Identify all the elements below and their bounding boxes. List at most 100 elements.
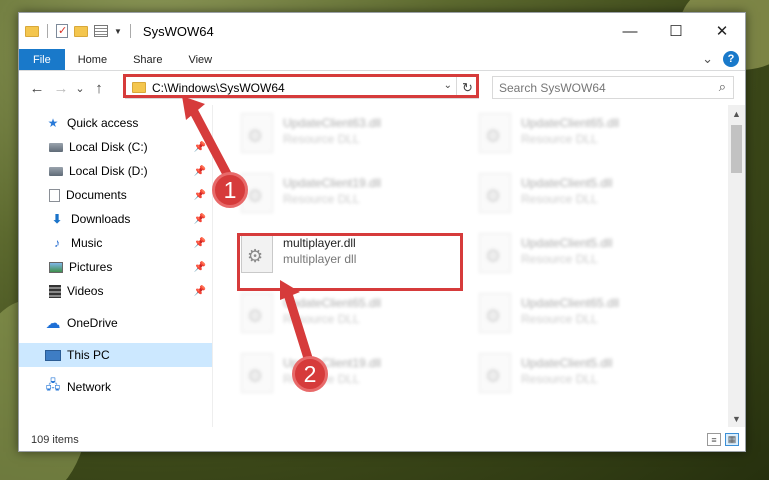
list-item[interactable]: UpdateClient65.dll Resource DLL — [241, 293, 461, 339]
ribbon-tabs: File Home Share View ⌄ ? — [19, 49, 745, 71]
file-type: Resource DLL — [283, 312, 360, 326]
help-icon[interactable]: ? — [723, 51, 739, 67]
forward-button[interactable]: → — [49, 80, 73, 97]
dll-file-icon — [479, 113, 511, 153]
step-1-badge: 1 — [212, 172, 248, 208]
list-item[interactable]: UpdateClient5.dll Resource DLL — [479, 173, 699, 219]
divider — [129, 24, 131, 38]
list-item[interactable]: UpdateClient19.dllResource DLL — [241, 353, 461, 399]
search-icon: ⌕ — [718, 79, 726, 94]
file-name: UpdateClient65.dll — [521, 296, 620, 310]
main-content: ★ Quick access Local Disk (C:) 📌 Local D… — [19, 105, 745, 427]
sidebar-item-label: Network — [67, 380, 112, 394]
sidebar-item-label: Downloads — [71, 212, 131, 226]
sidebar-item-this-pc[interactable]: This PC — [19, 343, 212, 367]
window-title: SysWOW64 — [142, 23, 214, 39]
dll-file-icon — [479, 353, 511, 393]
list-item[interactable]: UpdateClient65.dll Resource DLL — [479, 113, 699, 159]
scroll-thumb[interactable] — [731, 125, 742, 173]
list-item[interactable]: UpdateClient19.dll Resource DLL — [241, 173, 461, 219]
maximize-button[interactable]: ☐ — [653, 13, 699, 49]
list-item[interactable]: UpdateClient5.dll Resource DLL — [479, 353, 699, 399]
list-item[interactable]: UpdateClient63.dll Resource DLL — [241, 113, 461, 159]
properties-check-icon[interactable] — [56, 24, 68, 38]
back-button[interactable]: ← — [25, 80, 49, 97]
pin-icon: 📌 — [193, 213, 206, 225]
pictures-icon — [49, 261, 63, 273]
tiles-view-icon[interactable]: ▦ — [725, 433, 739, 446]
folder-icon — [25, 25, 39, 37]
minimize-button[interactable]: — — [607, 13, 653, 49]
pin-icon: 📌 — [193, 165, 206, 177]
sidebar-item-label: OneDrive — [67, 316, 118, 330]
star-icon: ★ — [47, 116, 59, 130]
customize-view-icon[interactable] — [94, 25, 108, 37]
pin-icon: 📌 — [193, 261, 206, 273]
sidebar-item-label: Local Disk (D:) — [69, 164, 148, 178]
file-name: UpdateClient63.dll — [283, 116, 382, 130]
tab-file[interactable]: File — [19, 49, 65, 70]
sidebar-item-label: Local Disk (C:) — [69, 140, 148, 154]
sidebar-item-label: Videos — [67, 284, 104, 298]
network-icon: 🖧 — [45, 377, 61, 392]
status-bar: 109 items ≡ ▦ — [19, 429, 745, 451]
expand-ribbon-icon[interactable]: ⌄ — [702, 51, 713, 67]
view-toggle: ≡ ▦ — [707, 433, 739, 446]
details-view-icon[interactable]: ≡ — [707, 433, 721, 446]
pin-icon: 📌 — [193, 285, 206, 297]
sidebar-item-label: This PC — [67, 348, 110, 362]
file-name: UpdateClient5.dll — [521, 356, 613, 370]
file-name: UpdateClient5.dll — [521, 176, 613, 190]
sidebar-item-pictures[interactable]: Pictures 📌 — [19, 255, 212, 279]
file-type: Resource DLL — [521, 192, 598, 206]
dll-file-icon — [241, 293, 273, 333]
close-button[interactable]: ✕ — [699, 13, 745, 49]
scroll-down-icon[interactable]: ▼ — [728, 410, 745, 427]
sidebar-item-quick-access[interactable]: ★ Quick access — [19, 111, 212, 135]
sidebar-item-network[interactable]: 🖧 Network — [19, 375, 212, 399]
sidebar-item-local-disk-d[interactable]: Local Disk (D:) 📌 — [19, 159, 212, 183]
computer-icon — [45, 349, 61, 361]
dll-file-icon — [479, 173, 511, 213]
sidebar-item-label: Quick access — [67, 116, 139, 130]
divider — [47, 24, 48, 38]
new-folder-icon[interactable] — [74, 25, 88, 37]
cloud-icon: ☁ — [45, 315, 61, 332]
sidebar-item-onedrive[interactable]: ☁ OneDrive — [19, 311, 212, 335]
sidebar-item-videos[interactable]: Videos 📌 — [19, 279, 212, 303]
sidebar-item-downloads[interactable]: ⬇ Downloads 📌 — [19, 207, 212, 231]
recent-locations-button[interactable]: ⌄ — [73, 82, 87, 95]
step-2-badge: 2 — [292, 356, 328, 392]
pin-icon: 📌 — [193, 237, 206, 249]
up-button[interactable]: ↑ — [87, 80, 111, 97]
sidebar-item-label: Documents — [66, 188, 127, 202]
file-name: UpdateClient65.dll — [521, 116, 620, 130]
scroll-up-icon[interactable]: ▲ — [728, 105, 745, 122]
ribbon-right: ⌄ ? — [702, 51, 739, 67]
tab-share[interactable]: Share — [120, 49, 175, 70]
videos-icon — [49, 284, 61, 298]
list-item[interactable]: UpdateClient5.dll Resource DLL — [479, 233, 699, 279]
sidebar-item-documents[interactable]: Documents 📌 — [19, 183, 212, 207]
window-controls: — ☐ ✕ — [607, 13, 745, 49]
file-name: UpdateClient19.dll — [283, 176, 382, 190]
file-type: Resource DLL — [283, 192, 360, 206]
sidebar-item-label: Music — [71, 236, 103, 250]
sidebar-item-local-disk-c[interactable]: Local Disk (C:) 📌 — [19, 135, 212, 159]
dll-file-icon — [241, 113, 273, 153]
search-box[interactable]: Search SysWOW64 ⌕ — [492, 76, 734, 99]
tab-home[interactable]: Home — [65, 49, 120, 70]
search-input[interactable]: Search SysWOW64 — [499, 81, 606, 95]
file-highlight-box — [237, 233, 463, 291]
vertical-scrollbar[interactable]: ▲ ▼ — [728, 105, 745, 427]
item-count: 109 items — [31, 434, 79, 446]
title-bar: ▼ SysWOW64 — ☐ ✕ — [19, 13, 745, 49]
pin-icon: 📌 — [193, 141, 206, 153]
list-item[interactable]: UpdateClient65.dll Resource DLL — [479, 293, 699, 339]
file-type: Resource DLL — [283, 132, 360, 146]
dll-file-icon — [241, 353, 273, 393]
chevron-down-icon[interactable]: ▼ — [114, 27, 122, 36]
sidebar-item-music[interactable]: ♪ Music 📌 — [19, 231, 212, 255]
music-icon: ♪ — [54, 236, 60, 250]
tab-view[interactable]: View — [175, 49, 225, 70]
